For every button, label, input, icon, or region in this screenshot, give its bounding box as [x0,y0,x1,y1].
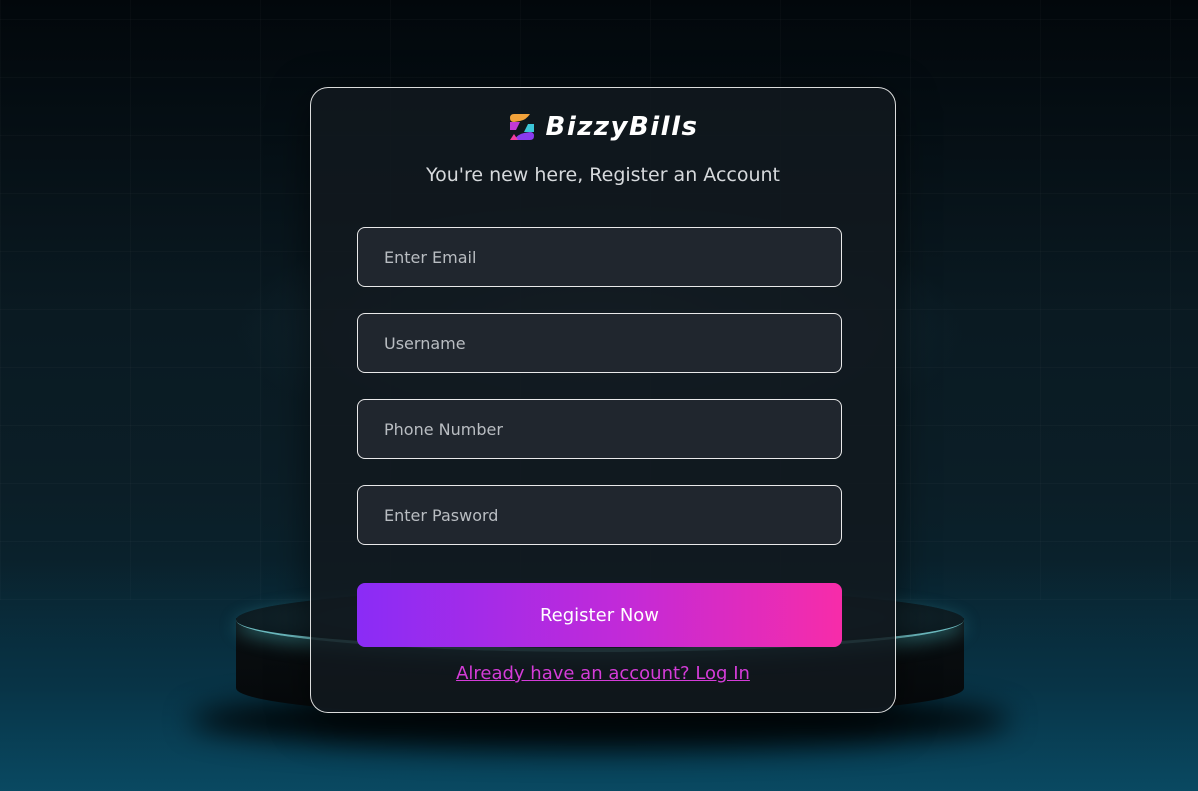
form-title: You're new here, Register an Account [425,164,780,186]
login-link[interactable]: Already have an account? Log In [456,663,750,684]
phone-number-input[interactable] [357,399,842,459]
login-link-container: Already have an account? Log In [311,663,895,684]
brand-name: BizzyBills [545,112,699,142]
brand-header: BizzyBills [311,108,895,146]
bizzybills-logo-icon [509,114,534,140]
register-now-button[interactable]: Register Now [357,583,842,647]
username-input[interactable] [357,313,842,373]
register-card: BizzyBills You're new here, Register an … [310,87,896,713]
password-input[interactable] [357,485,842,545]
background-scene: BizzyBills You're new here, Register an … [0,0,1198,791]
email-input[interactable] [357,227,842,287]
